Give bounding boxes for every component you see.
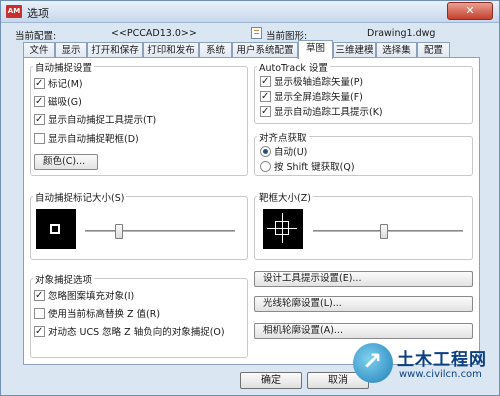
tab-drafting[interactable]: 草图 xyxy=(298,40,333,59)
color-button[interactable]: 颜色(C)... xyxy=(34,154,98,170)
alignment-shift-radio[interactable]: 按 Shift 键获取(Q) xyxy=(260,161,355,174)
title-bar[interactable]: AM 选项 ✕ xyxy=(1,1,499,23)
checkbox-checked-icon[interactable] xyxy=(34,95,45,108)
current-profile-value: <<PCCAD13.0>> xyxy=(111,28,197,39)
checkbox-checked-icon[interactable] xyxy=(260,90,271,103)
close-button[interactable]: ✕ xyxy=(447,2,493,20)
tab-profiles[interactable]: 配置 xyxy=(417,42,450,58)
object-snap-options-group: 对象捕捉选项 忽略图案填充对象(I) 使用当前标高替换 Z 值(R) 对动态 U… xyxy=(30,272,248,358)
marker-size-group: 自动捕捉标记大小(S) xyxy=(30,190,248,260)
tab-system[interactable]: 系统 xyxy=(199,42,232,58)
alignment-shift-label: 按 Shift 键获取(Q) xyxy=(274,162,355,173)
checkbox-unchecked-icon[interactable] xyxy=(34,308,45,319)
window-title: 选项 xyxy=(27,7,49,20)
lightglyph-settings-button[interactable]: 光线轮廓设置(L)... xyxy=(254,296,473,312)
watermark-name: 土木工程网 xyxy=(397,350,487,370)
autosnap-marker-label: 标记(M) xyxy=(48,79,83,90)
autosnap-aperture-checkbox[interactable]: 显示自动捕捉靶框(D) xyxy=(34,133,139,146)
ignore-negative-z-label: 对动态 UCS 忽略 Z 轴负向的对象捕捉(O) xyxy=(48,327,225,338)
cameraglyph-settings-button[interactable]: 相机轮廓设置(A)... xyxy=(254,323,473,339)
polar-vector-checkbox[interactable]: 显示极轴追踪矢量(P) xyxy=(260,75,364,89)
aperture-size-slider[interactable] xyxy=(313,230,463,232)
alignment-auto-label: 自动(U) xyxy=(274,147,308,158)
watermark-url: www.civilcn.com xyxy=(399,369,482,380)
replace-z-label: 使用当前标高替换 Z 值(R) xyxy=(48,309,161,320)
ignore-hatch-label: 忽略图案填充对象(I) xyxy=(48,291,135,302)
tab-3d-modeling[interactable]: 三维建模 xyxy=(333,42,376,58)
drawing-file-icon xyxy=(251,27,262,39)
checkbox-checked-icon[interactable] xyxy=(34,289,45,302)
current-drawing-value: Drawing1.dwg xyxy=(367,28,436,39)
drafting-panel: 自动捕捉设置 标记(M) 磁吸(G) 显示自动捕捉工具提示(T) 显示自动捕捉靶… xyxy=(23,57,480,365)
object-snap-options-title: 对象捕捉选项 xyxy=(33,272,95,286)
autosnap-tooltip-label: 显示自动捕捉工具提示(T) xyxy=(48,115,157,126)
checkbox-checked-icon[interactable] xyxy=(260,75,271,88)
tab-open-save[interactable]: 打开和保存 xyxy=(87,42,143,58)
tab-selection[interactable]: 选择集 xyxy=(376,42,417,58)
aperture-box-icon xyxy=(275,221,289,235)
autotrack-tooltip-label: 显示自动追踪工具提示(K) xyxy=(274,107,383,118)
autosnap-settings-title: 自动捕捉设置 xyxy=(33,60,95,74)
ignore-hatch-checkbox[interactable]: 忽略图案填充对象(I) xyxy=(34,289,135,303)
aperture-size-slider-thumb[interactable] xyxy=(380,224,388,239)
autotrack-tooltip-checkbox[interactable]: 显示自动追踪工具提示(K) xyxy=(260,105,383,119)
checkbox-unchecked-icon[interactable] xyxy=(34,133,45,144)
fullscreen-vector-label: 显示全屏追踪矢量(F) xyxy=(274,92,363,103)
radio-selected-icon[interactable] xyxy=(260,146,271,157)
checkbox-checked-icon[interactable] xyxy=(260,105,271,118)
app-logo-icon: AM xyxy=(6,5,22,18)
autosnap-aperture-label: 显示自动捕捉靶框(D) xyxy=(48,134,139,145)
autosnap-magnet-label: 磁吸(G) xyxy=(48,97,82,108)
tab-display[interactable]: 显示 xyxy=(55,42,87,58)
current-profile-label: 当前配置: xyxy=(15,31,57,42)
snap-marker-icon xyxy=(50,224,60,234)
replace-z-checkbox[interactable]: 使用当前标高替换 Z 值(R) xyxy=(34,308,160,321)
autosnap-marker-checkbox[interactable]: 标记(M) xyxy=(34,77,83,91)
site-logo-icon xyxy=(353,343,393,383)
site-watermark: 土木工程网 www.civilcn.com xyxy=(353,343,500,396)
marker-size-slider-thumb[interactable] xyxy=(115,224,123,239)
autotrack-settings-title: AutoTrack 设置 xyxy=(257,60,330,74)
polar-vector-label: 显示极轴追踪矢量(P) xyxy=(274,77,364,88)
radio-unselected-icon[interactable] xyxy=(260,161,271,172)
marker-size-slider[interactable] xyxy=(85,230,235,232)
checkbox-checked-icon[interactable] xyxy=(34,113,45,126)
autosnap-tooltip-checkbox[interactable]: 显示自动捕捉工具提示(T) xyxy=(34,113,157,127)
marker-size-preview xyxy=(36,209,76,249)
checkbox-checked-icon[interactable] xyxy=(34,77,45,90)
alignment-acquisition-title: 对齐点获取 xyxy=(257,130,309,144)
tab-files[interactable]: 文件 xyxy=(23,42,55,58)
tab-user-preferences[interactable]: 用户系统配置 xyxy=(232,42,298,58)
options-dialog: AM 选项 ✕ 当前配置: <<PCCAD13.0>> 当前图形: Drawin… xyxy=(0,0,500,396)
checkbox-checked-icon[interactable] xyxy=(34,325,45,338)
autotrack-settings-group: AutoTrack 设置 显示极轴追踪矢量(P) 显示全屏追踪矢量(F) 显示自… xyxy=(254,60,473,124)
aperture-size-preview xyxy=(263,209,303,249)
fullscreen-vector-checkbox[interactable]: 显示全屏追踪矢量(F) xyxy=(260,90,363,104)
ignore-negative-z-checkbox[interactable]: 对动态 UCS 忽略 Z 轴负向的对象捕捉(O) xyxy=(34,325,225,339)
alignment-acquisition-group: 对齐点获取 自动(U) 按 Shift 键获取(Q) xyxy=(254,130,473,176)
ok-button[interactable]: 确定 xyxy=(240,372,302,389)
autosnap-magnet-checkbox[interactable]: 磁吸(G) xyxy=(34,95,82,109)
drafting-tooltip-settings-button[interactable]: 设计工具提示设置(E)... xyxy=(254,271,473,287)
tab-plot-publish[interactable]: 打印和发布 xyxy=(143,42,199,58)
marker-size-title: 自动捕捉标记大小(S) xyxy=(33,190,127,204)
aperture-size-group: 靶框大小(Z) xyxy=(254,190,473,260)
autosnap-settings-group: 自动捕捉设置 标记(M) 磁吸(G) 显示自动捕捉工具提示(T) 显示自动捕捉靶… xyxy=(30,60,248,176)
alignment-auto-radio[interactable]: 自动(U) xyxy=(260,146,307,159)
aperture-size-title: 靶框大小(Z) xyxy=(257,190,313,204)
